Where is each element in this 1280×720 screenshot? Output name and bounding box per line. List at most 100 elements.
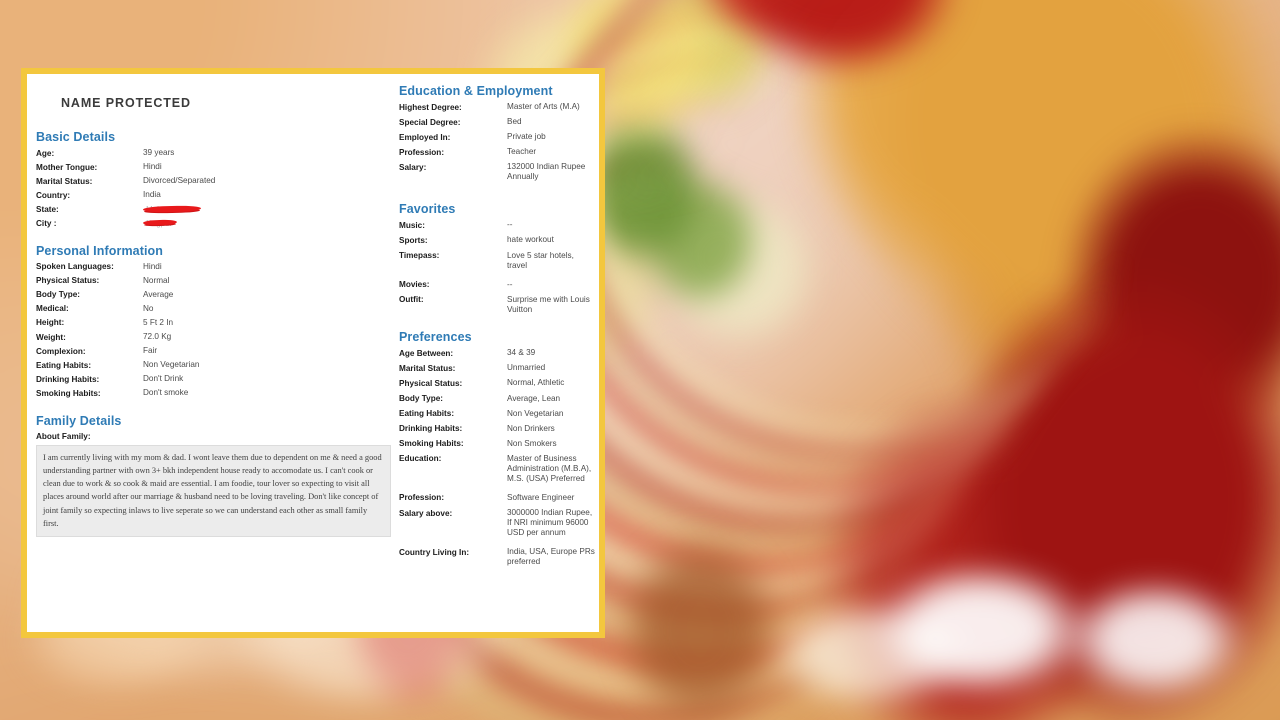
about-family-text: I am currently living with my mom & dad.…	[36, 444, 391, 538]
detail-row-spoken-languages: Spoken Languages: Hindi	[36, 262, 389, 273]
detail-label: Physical Status:	[399, 378, 463, 388]
favorites-rows: Music: -- Sports: hate workout Timepass:…	[399, 220, 595, 314]
detail-value: 72.0 Kg	[143, 332, 172, 342]
detail-value: Software Engineer	[507, 492, 575, 502]
detail-value: Non Drinkers	[507, 423, 555, 433]
detail-value: Bed	[507, 117, 522, 127]
detail-row-medical: Medical: No	[36, 304, 389, 315]
detail-row-mother-tongue: Mother Tongue: Hindi	[36, 162, 389, 173]
page-title: NAME PROTECTED	[61, 96, 191, 110]
detail-value: Teacher	[507, 147, 537, 157]
section-heading-education-employment: Education & Employment	[399, 84, 553, 98]
detail-label: Mother Tongue:	[36, 162, 98, 172]
detail-row-city: City : Nagpur	[36, 218, 389, 229]
pref-row-drinking-habits: Drinking Habits: Non Drinkers	[399, 424, 595, 435]
detail-value: Unmarried	[507, 363, 546, 373]
section-heading-personal-information: Personal Information	[36, 243, 164, 258]
detail-value: 5 Ft 2 In	[143, 317, 174, 327]
detail-label: Smoking Habits:	[36, 388, 101, 398]
detail-label: Eating Habits:	[399, 409, 455, 419]
detail-label: Medical:	[36, 304, 69, 314]
detail-row-employed-in: Employed In: Private job	[399, 132, 595, 143]
detail-label: Age Between:	[399, 348, 454, 358]
detail-row-highest-degree: Highest Degree: Master of Arts (M.A)	[399, 102, 595, 113]
detail-value: India	[143, 190, 161, 200]
detail-label: Drinking Habits:	[36, 374, 100, 384]
detail-value: Normal	[143, 275, 170, 285]
detail-label: Body Type:	[399, 394, 443, 404]
section-heading-basic-details: Basic Details	[36, 130, 116, 144]
detail-value: Hindi	[143, 162, 162, 172]
detail-value: Surprise me with Louis Vuitton	[507, 294, 590, 314]
detail-value: Don't Drink	[143, 374, 184, 384]
profile-right-column: Education & Employment Highest Degree: M…	[399, 74, 599, 632]
detail-row-complexion: Complexion: Fair	[36, 346, 389, 357]
detail-label: Sports:	[399, 235, 428, 245]
detail-value: Average	[143, 289, 174, 299]
detail-row-special-degree: Special Degree: Bed	[399, 117, 595, 128]
detail-label: Special Degree:	[399, 117, 461, 127]
redaction-mark-state: Maharashtra	[142, 205, 203, 214]
detail-row-age: Age: 39 years	[36, 148, 389, 159]
detail-label: Height:	[36, 318, 65, 328]
detail-value: Divorced/Separated	[143, 176, 216, 186]
detail-value: Non Vegetarian	[143, 360, 200, 370]
detail-label: Movies:	[399, 280, 430, 290]
detail-row-drinking-habits: Drinking Habits: Don't Drink	[36, 374, 389, 385]
pref-row-profession: Profession: Software Engineer	[399, 493, 595, 504]
detail-label: Spoken Languages:	[36, 262, 114, 272]
detail-label: Country:	[36, 190, 71, 200]
detail-label: Outfit:	[399, 295, 424, 305]
detail-row-country: Country: India	[36, 190, 389, 201]
detail-label: Profession:	[399, 493, 445, 503]
detail-row-outfit: Outfit: Surprise me with Louis Vuitton	[399, 295, 595, 315]
detail-row-eating-habits: Eating Habits: Non Vegetarian	[36, 360, 389, 371]
detail-label: Physical Status:	[36, 276, 100, 286]
detail-value: Normal, Athletic	[507, 378, 565, 388]
detail-label: Drinking Habits:	[399, 424, 463, 434]
pref-row-country-living-in: Country Living In: India, USA, Europe PR…	[399, 547, 595, 567]
basic-details-rows: Age: 39 years Mother Tongue: Hindi Marit…	[36, 148, 389, 229]
detail-label: Employed In:	[399, 132, 451, 142]
detail-row-physical-status: Physical Status: Normal	[36, 276, 389, 287]
detail-label: State:	[36, 204, 59, 214]
detail-label: Body Type:	[36, 290, 80, 300]
personal-information-rows: Spoken Languages: Hindi Physical Status:…	[36, 262, 389, 399]
detail-label: Music:	[399, 220, 425, 230]
detail-value: 39 years	[143, 148, 175, 157]
detail-value: Non Smokers	[507, 438, 557, 448]
redaction-mark-city: Nagpur	[142, 219, 179, 228]
detail-label: Eating Habits:	[36, 360, 92, 370]
detail-label: Marital Status:	[36, 176, 93, 186]
pref-row-smoking-habits: Smoking Habits: Non Smokers	[399, 439, 595, 450]
detail-value: Love 5 star hotels, travel	[507, 250, 574, 270]
preferences-rows: Age Between: 34 & 39 Marital Status: Unm…	[399, 348, 595, 567]
detail-value: Non Vegetarian	[507, 408, 564, 418]
detail-label: Timepass:	[399, 251, 440, 261]
detail-label: Education:	[399, 454, 442, 464]
detail-label: Marital Status:	[399, 363, 456, 373]
pref-row-marital-status: Marital Status: Unmarried	[399, 363, 595, 374]
about-family-label: About Family:	[36, 431, 91, 441]
pref-row-age-between: Age Between: 34 & 39	[399, 348, 595, 359]
pref-row-eating-habits: Eating Habits: Non Vegetarian	[399, 409, 595, 420]
detail-row-weight: Weight: 72.0 Kg	[36, 332, 389, 343]
detail-label: Highest Degree:	[399, 102, 462, 112]
detail-label: Age:	[36, 148, 55, 158]
detail-row-marital-status: Marital Status: Divorced/Separated	[36, 176, 389, 187]
detail-label: Country Living In:	[399, 547, 470, 557]
detail-value: Don't smoke	[143, 388, 189, 398]
detail-row-salary: Salary: 132000 Indian Rupee Annually	[399, 162, 595, 182]
detail-label: Salary:	[399, 162, 427, 172]
detail-value: 3000000 Indian Rupee, If NRI minimum 960…	[507, 508, 593, 537]
detail-value: Hindi	[143, 261, 162, 271]
detail-row-timepass: Timepass: Love 5 star hotels, travel	[399, 251, 595, 271]
pref-row-education: Education: Master of Business Administra…	[399, 454, 595, 484]
matrimonial-profile-card: NAME PROTECTED Basic Details Age: 39 yea…	[21, 68, 605, 638]
detail-row-smoking-habits: Smoking Habits: Don't smoke	[36, 388, 389, 399]
detail-value: --	[507, 220, 513, 230]
pref-row-physical-status: Physical Status: Normal, Athletic	[399, 378, 595, 389]
section-heading-favorites: Favorites	[399, 202, 456, 217]
detail-label: Profession:	[399, 147, 445, 157]
detail-label: Salary above:	[399, 508, 453, 518]
